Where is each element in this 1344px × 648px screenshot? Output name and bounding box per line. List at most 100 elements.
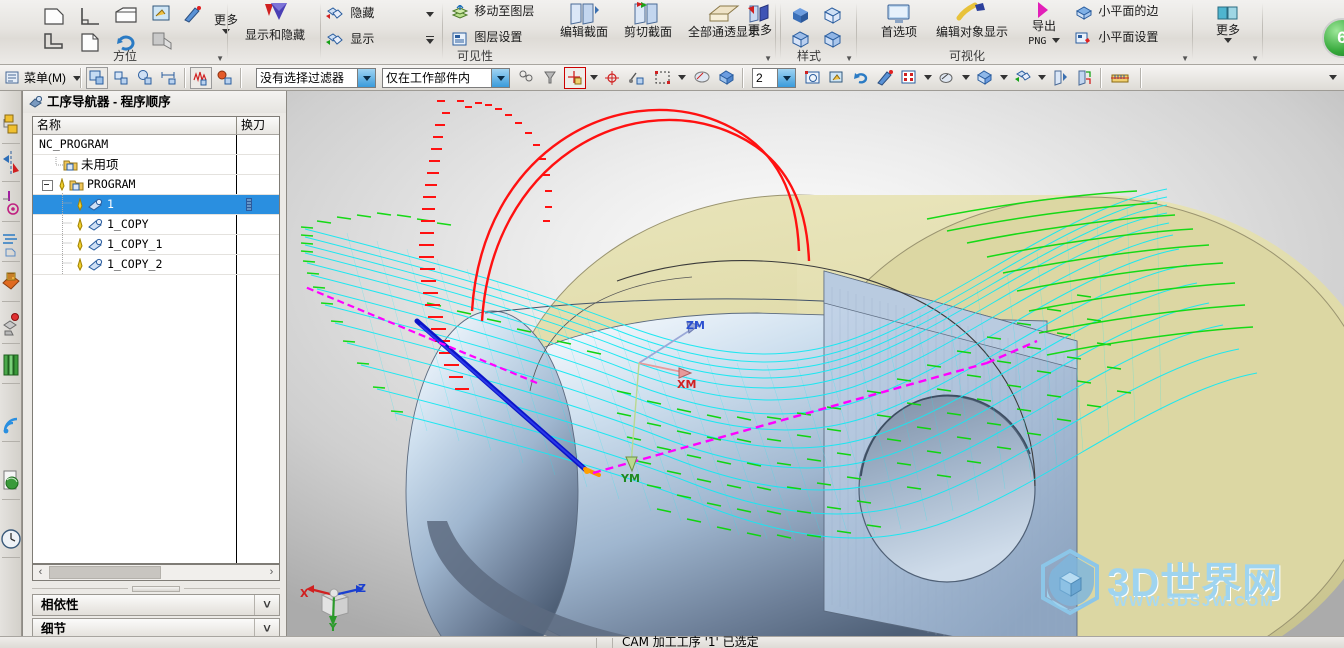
machine-tool-navigator-icon[interactable] xyxy=(1,309,21,341)
selection-filter-combo[interactable]: 没有选择过滤器 xyxy=(256,68,376,88)
table-row[interactable]: PROGRAM xyxy=(33,175,279,195)
orient-fit-button[interactable] xyxy=(148,2,176,26)
toolbar-overflow-icon[interactable] xyxy=(1326,67,1340,89)
tree-expander-minus[interactable] xyxy=(42,180,53,191)
assembly-navigator-icon[interactable] xyxy=(1,109,21,141)
hide-dropdown-button[interactable] xyxy=(421,4,439,26)
section-edit-icon[interactable] xyxy=(1074,67,1096,89)
snap-point-icon[interactable] xyxy=(190,67,212,89)
orientation-group-expand-icon[interactable]: ▼ xyxy=(216,54,224,63)
selection-scope-chevron-down-icon[interactable] xyxy=(491,69,509,87)
render-style-icon[interactable] xyxy=(974,67,996,89)
snap-center-icon[interactable] xyxy=(602,67,624,89)
facet-edge-button[interactable]: 小平面的边 xyxy=(1073,2,1173,24)
rectangle-select-icon[interactable] xyxy=(652,67,674,89)
orient-zoom-button[interactable] xyxy=(180,2,206,26)
work-layer-combo[interactable]: 2 xyxy=(752,68,796,88)
visualization-more-button[interactable]: 更多 xyxy=(1207,2,1249,54)
rectangle-select-dropdown-icon[interactable] xyxy=(676,67,688,89)
table-row[interactable]: 1_COPY_1 xyxy=(33,235,279,255)
tree-header-name[interactable]: 名称 xyxy=(33,117,236,134)
zoom-window-icon[interactable] xyxy=(826,67,848,89)
work-layer-chevron-down-icon[interactable] xyxy=(777,69,795,87)
select-face-icon[interactable] xyxy=(134,67,156,89)
menu-icon[interactable] xyxy=(2,67,24,89)
table-row[interactable]: NC_PROGRAM xyxy=(33,135,279,155)
select-feature-icon[interactable] xyxy=(110,67,132,89)
help-badge[interactable]: 6 xyxy=(1322,18,1344,58)
section-icon[interactable] xyxy=(1050,67,1072,89)
part-navigator-icon[interactable] xyxy=(1,187,21,219)
clip-section-button[interactable]: 剪切截面 xyxy=(617,2,679,54)
wcs-dropdown-icon[interactable] xyxy=(588,67,600,89)
render-style-dropdown-icon[interactable] xyxy=(998,67,1010,89)
cube-view-icon[interactable] xyxy=(716,67,738,89)
orient-corner-button[interactable] xyxy=(76,4,106,30)
part-library-icon[interactable] xyxy=(1,349,21,381)
shaded-preview-icon[interactable] xyxy=(692,67,714,89)
process-studio-icon[interactable] xyxy=(1,407,21,439)
tree-horizontal-scrollbar[interactable]: ‹ › xyxy=(32,564,280,581)
history-icon[interactable] xyxy=(1,523,21,555)
scroll-right-arrow[interactable]: › xyxy=(264,565,279,580)
snap-enable-icon[interactable] xyxy=(540,67,562,89)
select-component-icon[interactable] xyxy=(214,67,236,89)
operation-icon xyxy=(88,258,103,271)
visibility-dropdown-icon[interactable] xyxy=(1036,67,1048,89)
style-shaded-edges-button[interactable] xyxy=(819,4,847,28)
table-row[interactable]: 1 xyxy=(33,195,279,215)
layout-dropdown-icon[interactable] xyxy=(922,67,934,89)
chevron-down-icon[interactable]: ˅ xyxy=(254,595,279,615)
tool-change-marker xyxy=(246,198,252,211)
table-row[interactable]: 未用项 xyxy=(33,155,279,175)
reuse-library-icon[interactable] xyxy=(1,227,21,259)
fit-view-icon[interactable] xyxy=(802,67,824,89)
wcs-origin-icon[interactable] xyxy=(564,67,586,89)
visualization-more-expand-icon[interactable]: ▼ xyxy=(1251,54,1259,63)
hide-button[interactable]: 隐藏 xyxy=(323,4,415,26)
shading-style-icon[interactable] xyxy=(936,67,958,89)
operation-navigator-title: 工序导航器 - 程序顺序 xyxy=(23,91,286,113)
operation-tree[interactable]: 名称 换刀 NC_PROGRAM 未用项 PROGRAM 1 1_COPY 1_… xyxy=(32,116,280,564)
pan-icon[interactable] xyxy=(850,67,872,89)
table-row[interactable]: 1_COPY xyxy=(33,215,279,235)
select-curve-icon[interactable] xyxy=(158,67,180,89)
ribbon-group-visualization-more: 更多 ▼ xyxy=(1193,0,1263,64)
warning-icon xyxy=(77,258,83,272)
constraint-navigator-icon[interactable] xyxy=(1,147,21,179)
rotate-view-icon[interactable] xyxy=(874,67,896,89)
snap-filter-icon[interactable] xyxy=(516,67,538,89)
operation-navigator-icon[interactable] xyxy=(1,267,21,299)
work-layer-value: 2 xyxy=(756,71,763,85)
tree-header-tool-change[interactable]: 换刀 xyxy=(237,117,279,134)
scroll-thumb[interactable] xyxy=(49,566,161,579)
orient-top-button[interactable] xyxy=(112,4,142,30)
ruler-icon[interactable] xyxy=(1110,67,1132,89)
shading-style-dropdown-icon[interactable] xyxy=(960,67,972,89)
selection-scope-combo[interactable]: 仅在工作部件内 xyxy=(382,68,510,88)
tree-row-label: 1_COPY xyxy=(107,217,149,231)
preferences-label: 首选项 xyxy=(880,25,917,39)
selection-filter-chevron-down-icon[interactable] xyxy=(357,69,375,87)
table-row[interactable]: 1_COPY_2 xyxy=(33,255,279,275)
watermark: 3D世界网 WWW.3DSJW.COM xyxy=(1035,548,1335,620)
move-to-layer-button[interactable]: 移动至图层 xyxy=(449,2,549,24)
tree-header: 名称 换刀 xyxy=(33,117,279,135)
show-and-hide-button[interactable]: 显示和隐藏 xyxy=(236,2,314,56)
measure-icon[interactable] xyxy=(626,67,648,89)
view-triad[interactable]: X Z Y xyxy=(296,573,372,635)
layout-icon[interactable] xyxy=(898,67,920,89)
style-shaded-button[interactable] xyxy=(787,4,815,28)
scroll-left-arrow[interactable]: ‹ xyxy=(33,565,48,580)
visualization-group-expand-icon[interactable]: ▼ xyxy=(1181,54,1189,63)
menu-button[interactable]: 菜单(M) xyxy=(24,68,82,88)
panel-splitter[interactable] xyxy=(32,585,280,593)
select-general-icon[interactable] xyxy=(86,67,108,89)
details-label: 细节 xyxy=(41,622,67,636)
operation-icon xyxy=(88,238,103,251)
internet-explorer-icon[interactable] xyxy=(1,465,21,497)
orient-front-button[interactable] xyxy=(40,4,70,30)
visibility-icon[interactable] xyxy=(1012,67,1034,89)
triad-y-label: Y xyxy=(329,621,337,634)
dependencies-panel[interactable]: 相依性 ˅ xyxy=(32,594,280,616)
